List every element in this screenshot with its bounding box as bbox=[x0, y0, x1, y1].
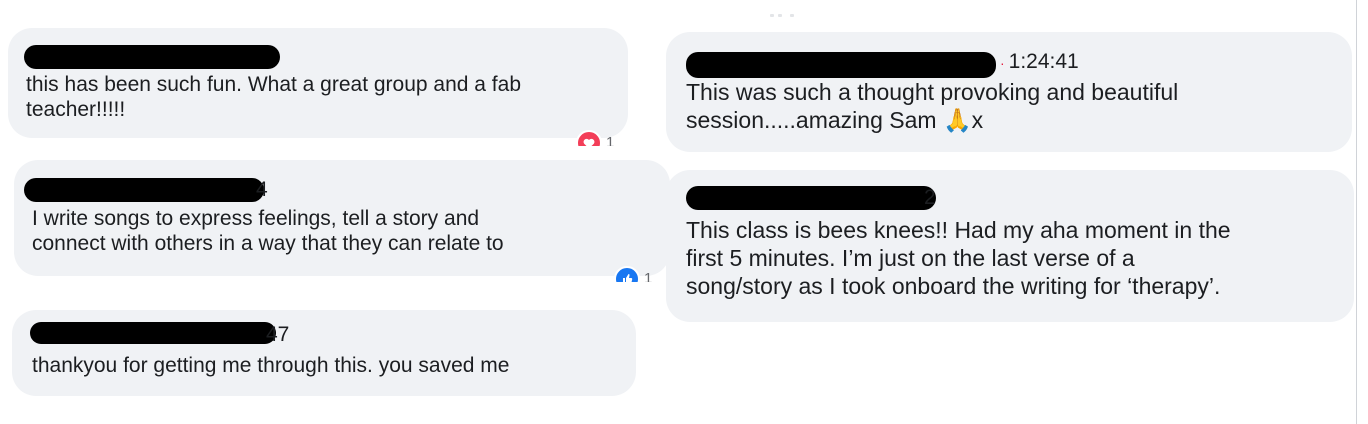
comment-timestamp: 47 bbox=[266, 323, 290, 346]
comment-timestamp: 4 bbox=[256, 178, 268, 201]
reaction-badge[interactable]: 1 bbox=[614, 266, 652, 282]
comment-bubble: 4 I write songs to express feelings, tel… bbox=[14, 160, 670, 276]
comment-text: this has been such fun. What a great gro… bbox=[26, 73, 521, 121]
redacted-author-name bbox=[24, 45, 280, 69]
reaction-count: 1 bbox=[606, 133, 615, 147]
comment-bubble: 2 This class is bees knees!! Had my aha … bbox=[666, 170, 1354, 322]
like-icon bbox=[614, 266, 640, 282]
comment-text: This class is bees knees!! Had my aha mo… bbox=[686, 217, 1231, 299]
timestamp-separator: · bbox=[1000, 55, 1005, 71]
comment-text: thankyou for getting me through this. yo… bbox=[32, 354, 510, 377]
heart-icon bbox=[576, 130, 602, 146]
reaction-badge[interactable]: 1 bbox=[576, 130, 614, 146]
timestamp-value: 1:24:41 bbox=[1008, 50, 1079, 73]
comment-timestamp: 2 bbox=[924, 186, 936, 209]
comment-bubble: · 1:24:41 This was such a thought provoki… bbox=[666, 32, 1352, 152]
comment-bubble: 47 thankyou for getting me through this.… bbox=[12, 310, 636, 396]
redacted-author-name bbox=[686, 186, 936, 210]
comment-timestamp: · 1:24:41 bbox=[996, 50, 1079, 75]
faded-header-fragment bbox=[770, 14, 800, 20]
comment-text: This was such a thought provoking and be… bbox=[686, 79, 1179, 133]
redacted-author-name bbox=[686, 52, 996, 78]
comment-bubble: this has been such fun. What a great gro… bbox=[8, 28, 628, 138]
reaction-count: 1 bbox=[644, 269, 653, 283]
comment-text: I write songs to express feelings, tell … bbox=[32, 207, 504, 255]
redacted-author-name bbox=[24, 178, 264, 202]
redacted-author-name bbox=[30, 322, 276, 344]
panel-divider bbox=[1356, 0, 1357, 424]
